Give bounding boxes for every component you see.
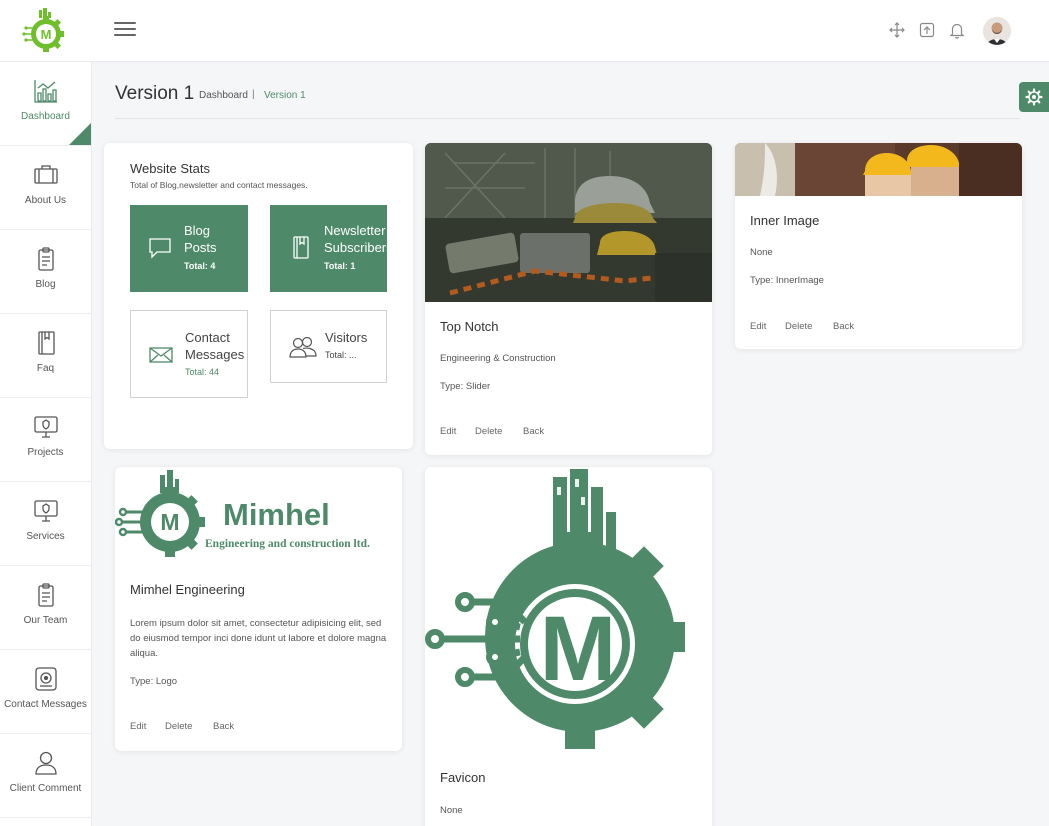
back-link[interactable]: Back [213,721,234,732]
sidebar-item-label: Projects [27,447,64,458]
breadcrumb-separator: | [252,89,255,100]
sidebar-item-blog[interactable]: Blog [0,230,91,314]
card-type: Type: Logo [130,676,178,687]
stat-tile-total: Total: 4 [184,261,216,271]
card-description: None [750,247,773,258]
stat-tile-total: Total: 1 [324,261,356,271]
bell-icon[interactable] [948,21,966,39]
sidebar-item-our-team[interactable]: Our Team [0,566,91,650]
menu-toggle-button[interactable] [114,22,136,40]
website-stats-card: Website Stats Total of Blog,newsletter a… [104,143,413,449]
sidebar: Dashboard About Us Blog Faq Projects Ser… [0,62,92,826]
card-title: Favicon [440,770,486,785]
stat-tile-total: Total: 44 [185,367,220,377]
inner-image-card: Inner Image None Type: InnerImage Edit D… [735,143,1022,349]
stat-tile-label: Newsletter Subscribers [324,223,387,255]
stat-tile-visitors[interactable]: Visitors Total: ... [270,310,387,383]
header-divider [115,118,1020,119]
stat-tile-label: Blog Posts [184,223,217,255]
briefcase-icon [33,162,59,188]
mimhel-logo-image: M Mimhel Engineering and construction lt… [115,467,402,567]
logo-wordmark: Mimhel [223,497,330,532]
book-icon [33,330,59,356]
bar-chart-icon [33,78,59,104]
stat-tile-label: Contact Messages [185,330,245,362]
card-title: Inner Image [750,213,820,228]
stat-tile-blog-posts[interactable]: Blog Posts Total: 4 [130,205,248,292]
svg-text:M: M [540,598,617,700]
monitor-icon [33,414,59,440]
favicon-image: M [425,467,712,757]
sidebar-item-dashboard[interactable]: Dashboard [0,62,91,146]
stat-tile-contact-messages[interactable]: Contact Messages Total: 44 [130,310,248,398]
sidebar-item-label: Client Comment [9,783,82,794]
sidebar-item-label: About Us [24,195,67,206]
sidebar-item-label: Contact Messages [4,699,87,710]
sidebar-item-contact-messages[interactable]: Contact Messages [0,650,91,734]
stat-tile-label: Visitors [325,330,368,345]
page-title: Version 1 [115,83,195,104]
card-description: Engineering & Construction [440,353,556,364]
breadcrumb-current: Version 1 [264,90,306,101]
logo-card: M Mimhel Engineering and construction lt… [115,467,402,751]
sidebar-item-label: Faq [36,363,55,374]
sidebar-item-client-comment[interactable]: Client Comment [0,734,91,818]
stat-tile-newsletter[interactable]: Newsletter Subscribers Total: 1 [270,205,387,292]
sidebar-item-label: Blog [35,279,56,290]
sidebar-item-projects[interactable]: Projects [0,398,91,482]
slider-image [425,143,712,302]
top-bar: M [0,0,1049,62]
back-link[interactable]: Back [523,426,544,437]
edit-link[interactable]: Edit [440,426,456,437]
delete-link[interactable]: Delete [165,721,192,732]
stat-tile-total: Total: ... [325,350,357,360]
speaker-icon [33,666,59,692]
inner-image [735,143,1022,196]
card-type: Type: InnerImage [750,275,824,286]
logo-tagline: Engineering and construction ltd. [205,538,370,550]
stats-title: Website Stats [130,161,210,176]
top-notch-card: Top Notch Engineering & Construction Typ… [425,143,712,455]
user-avatar[interactable] [983,17,1011,45]
card-title: Top Notch [440,319,499,334]
sidebar-item-about-us[interactable]: About Us [0,146,91,230]
delete-link[interactable]: Delete [475,426,502,437]
sidebar-item-label: Services [26,531,65,542]
brand-logo[interactable]: M [22,8,66,54]
back-link[interactable]: Back [833,321,854,332]
svg-text:M: M [160,509,179,535]
chat-bubble-icon [147,235,173,261]
fullscreen-icon[interactable] [918,21,936,39]
book-icon [288,235,314,261]
sidebar-item-services[interactable]: Services [0,482,91,566]
sidebar-item-label: Dashboard [21,111,70,122]
settings-gear-button[interactable] [1019,82,1049,112]
move-arrows-icon[interactable] [888,21,906,39]
card-description: Lorem ipsum dolor sit amet, consectetur … [130,618,387,659]
edit-link[interactable]: Edit [130,721,146,732]
svg-text:M: M [41,27,52,42]
delete-link[interactable]: Delete [785,321,812,332]
edit-link[interactable]: Edit [750,321,766,332]
card-description: None [440,805,463,816]
sidebar-item-faq[interactable]: Faq [0,314,91,398]
favicon-card: M Favicon None [425,467,712,826]
gear-icon [1025,88,1043,106]
user-icon [33,750,59,776]
envelope-icon [148,342,174,368]
clipboard-icon [33,582,59,608]
monitor-icon [33,498,59,524]
sidebar-item-label: Our Team [23,615,68,626]
clipboard-icon [33,246,59,272]
users-icon [288,334,317,360]
stats-subtitle: Total of Blog,newsletter and contact mes… [130,180,308,190]
card-type: Type: Slider [440,381,491,392]
card-title: Mimhel Engineering [130,582,245,597]
breadcrumb-dashboard[interactable]: Dashboard [199,90,248,101]
